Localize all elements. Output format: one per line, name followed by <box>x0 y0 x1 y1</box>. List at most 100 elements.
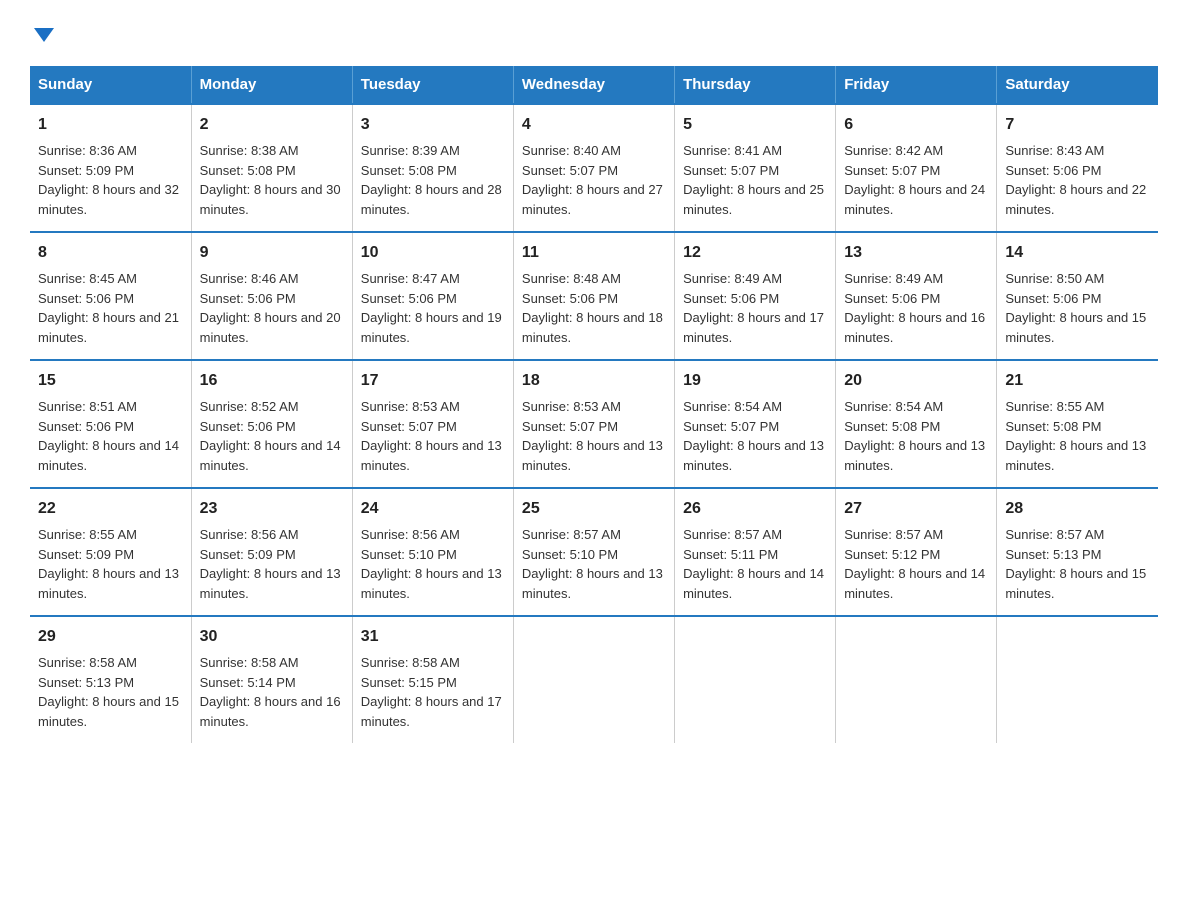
logo-triangle-icon <box>34 28 54 42</box>
day-sunset: Sunset: 5:06 PM <box>200 291 296 306</box>
day-sunrise: Sunrise: 8:49 AM <box>844 271 943 286</box>
calendar-cell: 21Sunrise: 8:55 AMSunset: 5:08 PMDayligh… <box>997 360 1158 488</box>
day-number: 20 <box>844 369 988 393</box>
day-sunrise: Sunrise: 8:56 AM <box>200 527 299 542</box>
day-daylight: Daylight: 8 hours and 17 minutes. <box>361 694 502 729</box>
calendar-cell: 28Sunrise: 8:57 AMSunset: 5:13 PMDayligh… <box>997 488 1158 616</box>
day-sunset: Sunset: 5:09 PM <box>38 163 134 178</box>
day-sunset: Sunset: 5:09 PM <box>200 547 296 562</box>
day-number: 28 <box>1005 497 1150 521</box>
day-sunrise: Sunrise: 8:51 AM <box>38 399 137 414</box>
calendar-cell: 27Sunrise: 8:57 AMSunset: 5:12 PMDayligh… <box>836 488 997 616</box>
day-daylight: Daylight: 8 hours and 14 minutes. <box>38 438 179 473</box>
day-number: 2 <box>200 113 344 137</box>
day-sunset: Sunset: 5:06 PM <box>200 419 296 434</box>
calendar-cell: 18Sunrise: 8:53 AMSunset: 5:07 PMDayligh… <box>513 360 674 488</box>
day-daylight: Daylight: 8 hours and 16 minutes. <box>844 310 985 345</box>
day-number: 17 <box>361 369 505 393</box>
calendar-cell: 5 Sunrise: 8:41 AM Sunset: 5:07 PM Daylight… <box>675 104 836 232</box>
day-sunset: Sunset: 5:07 PM <box>844 163 940 178</box>
day-sunrise: Sunrise: 8:55 AM <box>38 527 137 542</box>
day-number: 7 <box>1005 113 1150 137</box>
day-daylight: Daylight: 8 hours and 25 minutes. <box>683 182 824 217</box>
day-number: 22 <box>38 497 183 521</box>
calendar-cell: 3 Sunrise: 8:39 AM Sunset: 5:08 PM Daylight… <box>352 104 513 232</box>
calendar-header-wednesday: Wednesday <box>513 66 674 104</box>
calendar-header-thursday: Thursday <box>675 66 836 104</box>
day-sunset: Sunset: 5:08 PM <box>361 163 457 178</box>
day-sunset: Sunset: 5:06 PM <box>522 291 618 306</box>
calendar-week-row: 8Sunrise: 8:45 AMSunset: 5:06 PMDaylight… <box>30 232 1158 360</box>
day-sunrise: Sunrise: 8:55 AM <box>1005 399 1104 414</box>
day-sunset: Sunset: 5:06 PM <box>361 291 457 306</box>
day-daylight: Daylight: 8 hours and 17 minutes. <box>683 310 824 345</box>
calendar-cell: 29Sunrise: 8:58 AMSunset: 5:13 PMDayligh… <box>30 616 191 743</box>
day-daylight: Daylight: 8 hours and 28 minutes. <box>361 182 502 217</box>
day-daylight: Daylight: 8 hours and 27 minutes. <box>522 182 663 217</box>
calendar-cell: 6Sunrise: 8:42 AMSunset: 5:07 PMDaylight… <box>836 104 997 232</box>
calendar-cell: 14Sunrise: 8:50 AMSunset: 5:06 PMDayligh… <box>997 232 1158 360</box>
calendar-table: SundayMondayTuesdayWednesdayThursdayFrid… <box>30 66 1158 743</box>
day-sunrise: Sunrise: 8:39 AM <box>361 143 460 158</box>
calendar-cell: 2Sunrise: 8:38 AMSunset: 5:08 PMDaylight… <box>191 104 352 232</box>
day-number: 16 <box>200 369 344 393</box>
day-sunset: Sunset: 5:13 PM <box>38 675 134 690</box>
calendar-cell: 31Sunrise: 8:58 AMSunset: 5:15 PMDayligh… <box>352 616 513 743</box>
day-sunset: Sunset: 5:11 PM <box>683 547 778 562</box>
day-sunset: Sunset: 5:08 PM <box>1005 419 1101 434</box>
day-daylight: Daylight: 8 hours and 21 minutes. <box>38 310 179 345</box>
calendar-cell: 8Sunrise: 8:45 AMSunset: 5:06 PMDaylight… <box>30 232 191 360</box>
calendar-cell: 26Sunrise: 8:57 AMSunset: 5:11 PMDayligh… <box>675 488 836 616</box>
day-daylight: Daylight: 8 hours and 13 minutes. <box>844 438 985 473</box>
day-daylight: Daylight: 8 hours and 24 minutes. <box>844 182 985 217</box>
day-sunset: Sunset: 5:08 PM <box>200 163 296 178</box>
calendar-cell: 17Sunrise: 8:53 AMSunset: 5:07 PMDayligh… <box>352 360 513 488</box>
calendar-header-friday: Friday <box>836 66 997 104</box>
day-number: 1 <box>38 113 183 137</box>
day-sunrise: Sunrise: 8:54 AM <box>683 399 782 414</box>
calendar-week-row: 1Sunrise: 8:36 AMSunset: 5:09 PMDaylight… <box>30 104 1158 232</box>
day-sunrise: Sunrise: 8:41 AM <box>683 143 782 158</box>
day-sunset: Sunset: 5:13 PM <box>1005 547 1101 562</box>
calendar-header-tuesday: Tuesday <box>352 66 513 104</box>
day-sunset: Sunset: 5:10 PM <box>522 547 618 562</box>
day-number: 15 <box>38 369 183 393</box>
day-number: 11 <box>522 241 666 265</box>
day-number: 4 <box>522 113 666 137</box>
calendar-header-row: SundayMondayTuesdayWednesdayThursdayFrid… <box>30 66 1158 104</box>
day-number: 26 <box>683 497 827 521</box>
day-sunset: Sunset: 5:07 PM <box>522 163 618 178</box>
day-sunrise: Sunrise: 8:54 AM <box>844 399 943 414</box>
calendar-header-saturday: Saturday <box>997 66 1158 104</box>
day-sunrise: Sunrise: 8:45 AM <box>38 271 137 286</box>
day-sunset: Sunset: 5:07 PM <box>683 163 779 178</box>
day-number: 25 <box>522 497 666 521</box>
day-sunrise: Sunrise: 8:38 AM <box>200 143 299 158</box>
day-number: 5 <box>683 113 827 137</box>
day-number: 14 <box>1005 241 1150 265</box>
calendar-cell: 15Sunrise: 8:51 AMSunset: 5:06 PMDayligh… <box>30 360 191 488</box>
calendar-week-row: 29Sunrise: 8:58 AMSunset: 5:13 PMDayligh… <box>30 616 1158 743</box>
calendar-week-row: 22 Sunrise: 8:55 AM Sunset: 5:09 PM Dayligh… <box>30 488 1158 616</box>
day-daylight: Daylight: 8 hours and 13 minutes. <box>38 566 179 601</box>
calendar-cell: 20Sunrise: 8:54 AMSunset: 5:08 PMDayligh… <box>836 360 997 488</box>
calendar-cell: 9Sunrise: 8:46 AMSunset: 5:06 PMDaylight… <box>191 232 352 360</box>
day-daylight: Daylight: 8 hours and 13 minutes. <box>200 566 341 601</box>
day-sunrise: Sunrise: 8:42 AM <box>844 143 943 158</box>
day-sunrise: Sunrise: 8:47 AM <box>361 271 460 286</box>
day-daylight: Daylight: 8 hours and 32 minutes. <box>38 182 179 217</box>
calendar-cell: 25Sunrise: 8:57 AMSunset: 5:10 PMDayligh… <box>513 488 674 616</box>
day-number: 10 <box>361 241 505 265</box>
day-number: 21 <box>1005 369 1150 393</box>
day-daylight: Daylight: 8 hours and 15 minutes. <box>38 694 179 729</box>
day-number: 3 <box>361 113 505 137</box>
day-sunset: Sunset: 5:07 PM <box>683 419 779 434</box>
day-sunset: Sunset: 5:14 PM <box>200 675 296 690</box>
day-daylight: Daylight: 8 hours and 18 minutes. <box>522 310 663 345</box>
calendar-cell <box>836 616 997 743</box>
day-sunrise: Sunrise: 8:58 AM <box>38 655 137 670</box>
day-sunset: Sunset: 5:07 PM <box>522 419 618 434</box>
day-sunrise: Sunrise: 8:57 AM <box>522 527 621 542</box>
calendar-cell: 4Sunrise: 8:40 AMSunset: 5:07 PMDaylight… <box>513 104 674 232</box>
day-sunset: Sunset: 5:07 PM <box>361 419 457 434</box>
